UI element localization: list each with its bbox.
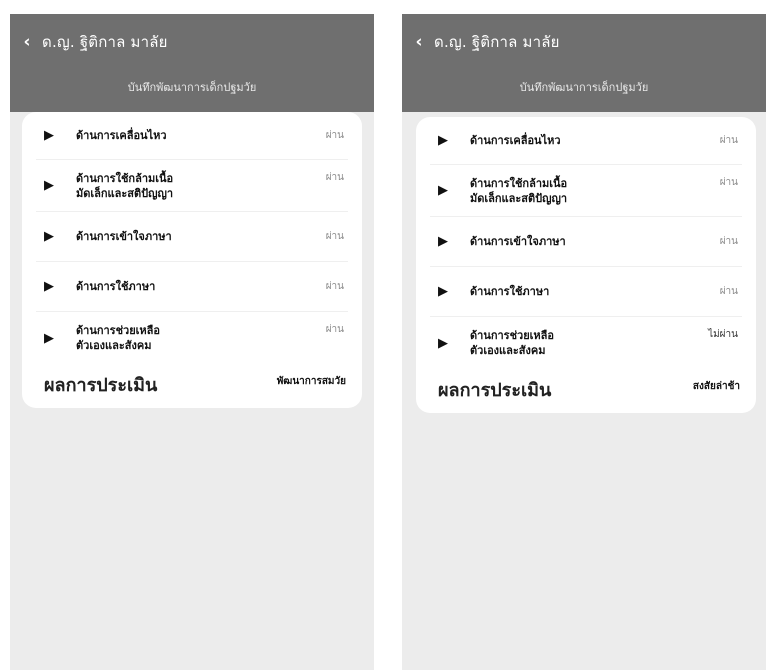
item-label: ด้านการใช้ภาษา [470,285,550,298]
item-label-line2: ตัวเองและสังคม [76,339,152,352]
play-arrow-icon: ▶ [44,330,54,346]
evaluation-result: ผลการประเมิน สงสัยล่าช้า [430,369,742,404]
assessment-card: ▶ ด้านการเคลื่อนไหว ผ่าน ▶ ด้านการใช้กล้… [22,112,362,408]
back-button[interactable]: ‹ [12,32,42,52]
play-arrow-icon: ▶ [438,183,448,198]
list-item[interactable]: ▶ ด้านการเคลื่อนไหว ผ่าน [430,117,742,165]
play-arrow-icon: ▶ [44,178,54,193]
result-value: สงสัยล่าช้า [692,381,740,392]
evaluation-result: ผลการประเมิน พัฒนาการสมวัย [36,364,348,399]
play-arrow-icon: ▶ [438,234,448,249]
item-label: ด้านการเคลื่อนไหว [470,134,561,147]
item-label-line1: ด้านการช่วยเหลือ [76,324,161,337]
status-text: ผ่าน [325,324,344,335]
top-app-bar: ‹ ด.ญ. ฐิติกาล มาลัย [10,14,374,70]
back-button[interactable]: ‹ [404,32,434,52]
item-label-line1: ด้านการใช้กล้ามเนื้อ [470,176,568,190]
chevron-left-icon: ‹ [23,32,31,52]
status-text: ผ่าน [325,281,344,292]
section-subtitle: บันทึกพัฒนาการเด็กปฐมวัย [10,70,374,112]
list-item[interactable]: ▶ ด้านการเคลื่อนไหว ผ่าน [36,112,348,160]
status-text: ผ่าน [719,135,738,146]
list-item[interactable]: ▶ ด้านการใช้กล้ามเนื้อ มัดเล็กและสติปัญญ… [36,160,348,212]
status-text: ผ่าน [325,231,344,242]
list-item[interactable]: ▶ ด้านการเข้าใจภาษา ผ่าน [36,212,348,262]
item-label-line2: ตัวเองและสังคม [470,344,546,357]
item-label: ด้านการเคลื่อนไหว [76,129,167,142]
list-item[interactable]: ▶ ด้านการเข้าใจภาษา ผ่าน [430,217,742,267]
list-item[interactable]: ▶ ด้านการช่วยเหลือ ตัวเองและสังคม ไม่ผ่า… [430,317,742,369]
chevron-left-icon: ‹ [415,32,423,52]
assessment-card: ▶ ด้านการเคลื่อนไหว ผ่าน ▶ ด้านการใช้กล้… [416,117,756,413]
play-arrow-icon: ▶ [44,279,54,294]
status-text: ผ่าน [325,172,344,183]
section-subtitle: บันทึกพัฒนาการเด็กปฐมวัย [402,70,766,112]
top-app-bar: ‹ ด.ญ. ฐิติกาล มาลัย [402,14,766,70]
status-text: ผ่าน [719,286,738,297]
item-label-line2: มัดเล็กและสติปัญญา [470,191,568,205]
page-title: ด.ญ. ฐิติกาล มาลัย [434,33,560,51]
result-label: ผลการประเมิน [44,375,158,396]
page-title: ด.ญ. ฐิติกาล มาลัย [42,33,168,51]
phone-screen-left: ‹ ด.ญ. ฐิติกาล มาลัย บันทึกพัฒนาการเด็กป… [10,14,374,670]
item-label: ด้านการใช้กล้ามเนื้อ มัดเล็กและสติปัญญา [76,171,326,201]
item-label-line1: ด้านการใช้กล้ามเนื้อ [76,171,174,185]
item-label: ด้านการใช้ภาษา [76,280,156,293]
item-label: ด้านการช่วยเหลือ ตัวเองและสังคม [470,328,708,358]
list-item[interactable]: ▶ ด้านการใช้ภาษา ผ่าน [36,262,348,312]
play-arrow-icon: ▶ [44,128,54,143]
play-arrow-icon: ▶ [44,229,54,244]
play-arrow-icon: ▶ [438,335,448,351]
item-label: ด้านการช่วยเหลือ ตัวเองและสังคม [76,323,326,353]
item-label: ด้านการใช้กล้ามเนื้อ มัดเล็กและสติปัญญา [470,176,720,206]
result-value: พัฒนาการสมวัย [276,376,346,387]
status-text: ผ่าน [719,236,738,247]
item-label: ด้านการเข้าใจภาษา [470,235,566,248]
item-label-line2: มัดเล็กและสติปัญญา [76,186,174,200]
list-item[interactable]: ▶ ด้านการใช้กล้ามเนื้อ มัดเล็กและสติปัญญ… [430,165,742,217]
result-label: ผลการประเมิน [438,380,552,401]
status-text: ผ่าน [325,130,344,141]
item-label-line1: ด้านการช่วยเหลือ [470,329,555,342]
status-text: ไม่ผ่าน [708,329,738,340]
play-arrow-icon: ▶ [438,133,448,148]
status-text: ผ่าน [719,177,738,188]
phone-screen-right: ‹ ด.ญ. ฐิติกาล มาลัย บันทึกพัฒนาการเด็กป… [402,14,766,670]
list-item[interactable]: ▶ ด้านการช่วยเหลือ ตัวเองและสังคม ผ่าน [36,312,348,364]
item-label: ด้านการเข้าใจภาษา [76,230,172,243]
list-item[interactable]: ▶ ด้านการใช้ภาษา ผ่าน [430,267,742,317]
play-arrow-icon: ▶ [438,284,448,299]
